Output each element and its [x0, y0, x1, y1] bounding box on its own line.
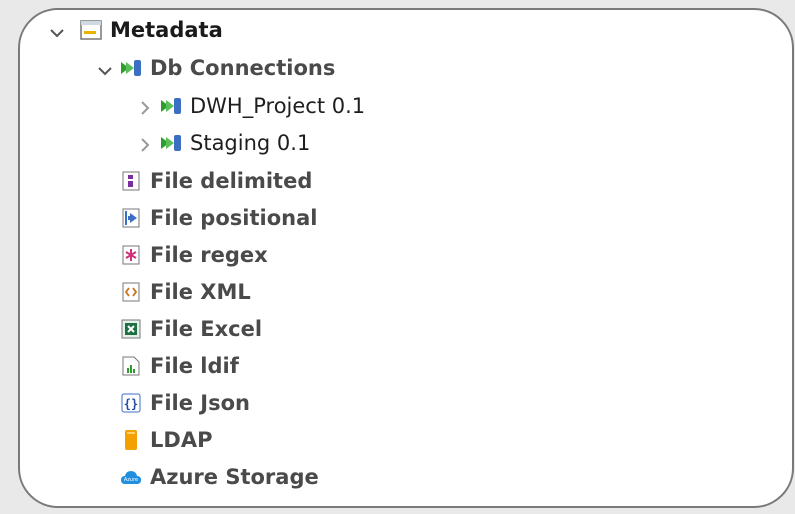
- tree-node-label: File positional: [150, 206, 318, 230]
- tree-node-file-regex[interactable]: File regex: [120, 237, 268, 273]
- file-json-icon: {}: [120, 392, 142, 414]
- metadata-tree-panel: Metadata Db Connections DWH_Project 0.1: [18, 8, 794, 508]
- svg-text:Azure: Azure: [124, 477, 138, 483]
- tree-node-label: File Excel: [150, 317, 263, 341]
- tree-node-label: File XML: [150, 280, 251, 304]
- tree-node-file-excel[interactable]: File Excel: [120, 311, 262, 347]
- tree-node-file-positional[interactable]: File positional: [120, 200, 317, 236]
- tree-node-connection[interactable]: DWH_Project 0.1: [160, 88, 365, 124]
- tree-node-label: File regex: [150, 243, 268, 267]
- tree-node-label: Metadata: [110, 18, 223, 42]
- chevron-right-icon[interactable]: [138, 101, 152, 115]
- file-ldif-icon: [120, 355, 142, 377]
- tree-node-metadata[interactable]: Metadata: [80, 12, 223, 48]
- tree-node-file-json[interactable]: {} File Json: [120, 385, 250, 421]
- tree-node-label: Azure Storage: [150, 465, 319, 489]
- tree-node-file-ldif[interactable]: File ldif: [120, 348, 239, 384]
- tree-node-label: Db Connections: [150, 56, 336, 80]
- tree-node-label: Staging 0.1: [190, 131, 311, 155]
- tree-node-file-delimited[interactable]: File delimited: [120, 163, 312, 199]
- chevron-right-icon[interactable]: [138, 138, 152, 152]
- file-positional-icon: [120, 207, 142, 229]
- tree-node-label: File Json: [150, 391, 250, 415]
- file-delimited-icon: [120, 170, 142, 192]
- tree-node-file-xml[interactable]: File XML: [120, 274, 251, 310]
- tree-node-label: File ldif: [150, 354, 239, 378]
- file-xml-icon: [120, 281, 142, 303]
- db-connections-icon: [120, 57, 142, 79]
- db-connection-icon: [160, 132, 182, 154]
- azure-storage-icon: Azure: [120, 466, 142, 488]
- tree-node-db-connections[interactable]: Db Connections: [120, 50, 335, 86]
- tree-node-label: DWH_Project 0.1: [190, 94, 366, 118]
- tree-node-azure-storage[interactable]: Azure Azure Storage: [120, 459, 319, 495]
- svg-text:{}: {}: [124, 397, 138, 411]
- tree-node-connection[interactable]: Staging 0.1: [160, 125, 310, 161]
- tree-node-label: LDAP: [150, 428, 213, 452]
- tree-node-label: File delimited: [150, 169, 313, 193]
- file-regex-icon: [120, 244, 142, 266]
- file-excel-icon: [120, 318, 142, 340]
- chevron-down-icon[interactable]: [50, 26, 64, 40]
- chevron-down-icon[interactable]: [98, 64, 112, 78]
- metadata-folder-icon: [80, 19, 102, 41]
- tree-node-ldap[interactable]: LDAP: [120, 422, 212, 458]
- ldap-icon: [120, 429, 142, 451]
- db-connection-icon: [160, 95, 182, 117]
